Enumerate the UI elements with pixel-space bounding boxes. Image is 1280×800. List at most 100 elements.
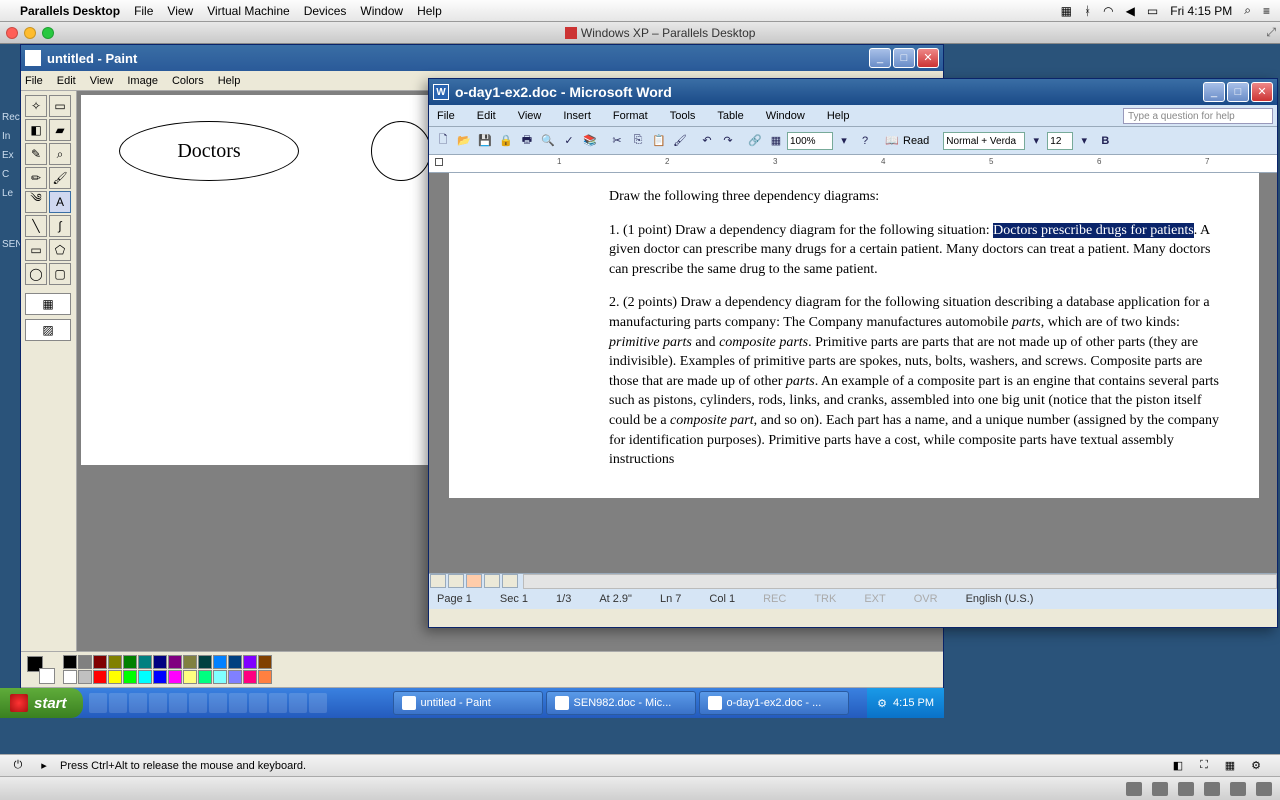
word-titlebar[interactable]: W o-day1-ex2.doc - Microsoft Word _ □ ✕: [429, 79, 1277, 105]
copy-icon[interactable]: ⎘: [628, 131, 648, 151]
hyperlink-icon[interactable]: 🔗: [745, 131, 765, 151]
menu-image[interactable]: Image: [127, 71, 158, 90]
device-cd-icon[interactable]: [1126, 782, 1142, 796]
brush-tool[interactable]: 🖌: [49, 167, 71, 189]
ellipse-tool[interactable]: ◯: [25, 263, 47, 285]
device-sound-icon[interactable]: [1204, 782, 1220, 796]
taskbar-item-paint[interactable]: untitled - Paint: [393, 691, 543, 715]
color-swatch[interactable]: [183, 655, 197, 669]
close-button[interactable]: [6, 27, 18, 39]
color-swatch[interactable]: [78, 655, 92, 669]
color-swatch[interactable]: [228, 655, 242, 669]
menu-devices[interactable]: Devices: [304, 4, 347, 18]
status-ext[interactable]: EXT: [864, 593, 885, 605]
menu-view[interactable]: View: [514, 110, 546, 122]
settings-icon[interactable]: ⚙: [1246, 758, 1266, 774]
color-swatch[interactable]: [153, 670, 167, 684]
save-icon[interactable]: 💾: [475, 131, 495, 151]
menu-view[interactable]: View: [90, 71, 114, 90]
fullscreen-icon[interactable]: ⛶: [1194, 758, 1214, 774]
print-icon[interactable]: 🖶: [517, 131, 537, 151]
read-icon[interactable]: 📖: [882, 131, 902, 151]
color-swatch[interactable]: [63, 655, 77, 669]
system-tray[interactable]: ⚙ 4:15 PM: [867, 688, 944, 718]
read-label[interactable]: Read: [903, 135, 929, 147]
style-dropdown-icon[interactable]: ▾: [1026, 131, 1046, 151]
menu-file[interactable]: File: [433, 110, 459, 122]
color-swatch[interactable]: [168, 655, 182, 669]
device-network-icon[interactable]: [1178, 782, 1194, 796]
ql-app1-icon[interactable]: [169, 693, 187, 713]
ql-app5-icon[interactable]: [269, 693, 287, 713]
document-page[interactable]: Draw the following three dependency diag…: [449, 173, 1259, 498]
print-preview-icon[interactable]: 🔍: [538, 131, 558, 151]
status-ovr[interactable]: OVR: [914, 593, 938, 605]
color-swatch[interactable]: [108, 670, 122, 684]
document-area[interactable]: Draw the following three dependency diag…: [429, 173, 1277, 573]
color-swatch[interactable]: [138, 655, 152, 669]
maximize-button[interactable]: □: [893, 48, 915, 68]
movie-icon[interactable]: ▦: [1061, 4, 1072, 18]
color-swatch[interactable]: [213, 670, 227, 684]
line-tool[interactable]: ╲: [25, 215, 47, 237]
vm-desktop[interactable]: RecInExCLeSEN untitled - Paint _ □ ✕ Fil…: [0, 44, 1280, 766]
color-swatch[interactable]: [153, 655, 167, 669]
minimize-button[interactable]: _: [1203, 82, 1225, 102]
menu-table[interactable]: Table: [713, 110, 747, 122]
picker-tool[interactable]: ✎: [25, 143, 47, 165]
fg-bg-color[interactable]: [27, 656, 55, 684]
magnify-tool[interactable]: ⌕: [49, 143, 71, 165]
style-combo[interactable]: Normal + Verda: [943, 132, 1025, 150]
wifi-icon[interactable]: ◠: [1103, 4, 1113, 18]
airbrush-tool[interactable]: ༄: [25, 191, 47, 213]
menu-format[interactable]: Format: [609, 110, 652, 122]
tables-borders-icon[interactable]: ▦: [766, 131, 786, 151]
menu-help[interactable]: Help: [218, 71, 241, 90]
web-view-button[interactable]: [448, 574, 464, 588]
taskbar-item-oday1[interactable]: o-day1-ex2.doc - ...: [699, 691, 849, 715]
parallels-titlebar[interactable]: Windows XP – Parallels Desktop ⤢: [0, 22, 1280, 44]
reading-view-button[interactable]: [502, 574, 518, 588]
color-swatch[interactable]: [228, 670, 242, 684]
ql-app2-icon[interactable]: [189, 693, 207, 713]
menu-window[interactable]: Window: [360, 4, 403, 18]
undo-icon[interactable]: ↶: [697, 131, 717, 151]
color-swatch[interactable]: [198, 655, 212, 669]
battery-icon[interactable]: ▭: [1147, 4, 1158, 18]
menu-edit[interactable]: Edit: [473, 110, 500, 122]
menu-file[interactable]: File: [25, 71, 43, 90]
menu-view[interactable]: View: [167, 4, 193, 18]
bold-button[interactable]: B: [1095, 131, 1115, 151]
outline-view-button[interactable]: [484, 574, 500, 588]
ql-ie-icon[interactable]: [109, 693, 127, 713]
color-swatch[interactable]: [93, 655, 107, 669]
color-swatch[interactable]: [243, 670, 257, 684]
modality-icon[interactable]: ▦: [1220, 758, 1240, 774]
spellcheck-icon[interactable]: ✓: [559, 131, 579, 151]
tray-icon[interactable]: ⚙: [877, 697, 887, 710]
color-swatch[interactable]: [183, 670, 197, 684]
research-icon[interactable]: 📚: [580, 131, 600, 151]
zoom-button[interactable]: [42, 27, 54, 39]
play-icon[interactable]: ▸: [34, 758, 54, 774]
app-name[interactable]: Parallels Desktop: [20, 4, 120, 18]
color-swatch[interactable]: [108, 655, 122, 669]
ql-app4-icon[interactable]: [249, 693, 267, 713]
text-tool[interactable]: A: [49, 191, 71, 213]
new-doc-icon[interactable]: 🗋: [433, 131, 453, 151]
status-trk[interactable]: TRK: [814, 593, 836, 605]
device-hdd-icon[interactable]: [1152, 782, 1168, 796]
clock[interactable]: Fri 4:15 PM: [1170, 4, 1232, 18]
font-size-combo[interactable]: 12: [1047, 132, 1073, 150]
color-swatch[interactable]: [93, 670, 107, 684]
menu-help[interactable]: Help: [823, 110, 854, 122]
maximize-button[interactable]: □: [1227, 82, 1249, 102]
color-swatch[interactable]: [258, 670, 272, 684]
fullscreen-icon[interactable]: ⤢: [1266, 25, 1276, 40]
ql-explorer-icon[interactable]: [129, 693, 147, 713]
normal-view-button[interactable]: [430, 574, 446, 588]
curve-tool[interactable]: ∫: [49, 215, 71, 237]
color-swatch[interactable]: [243, 655, 257, 669]
tool-option-transparent[interactable]: ▨: [25, 319, 71, 341]
coherence-icon[interactable]: ◧: [1168, 758, 1188, 774]
